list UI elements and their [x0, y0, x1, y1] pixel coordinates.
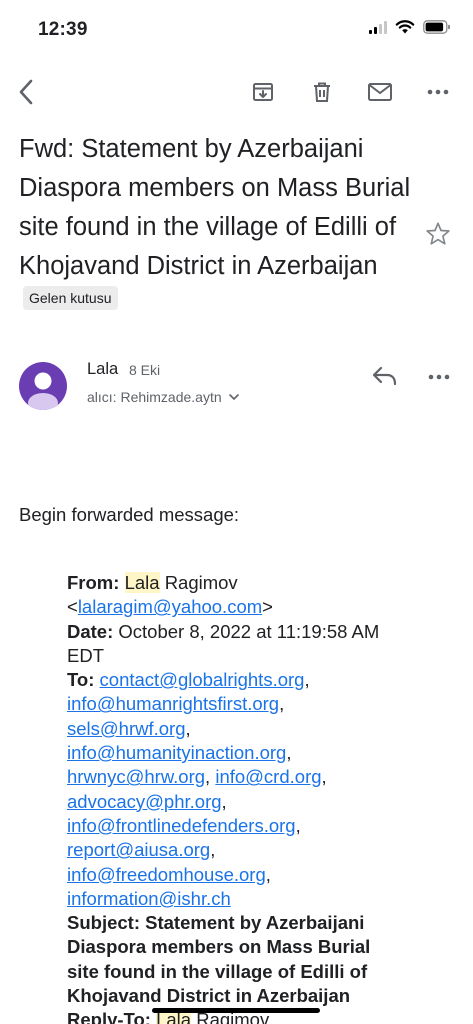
date-value: October 8, 2022 at 11:19:58 AM EDT — [67, 620, 380, 666]
to-email-link[interactable]: info@humanrightsfirst.org — [67, 693, 279, 714]
more-icon — [428, 374, 450, 380]
archive-icon — [253, 83, 273, 101]
subject-label: Subject: — [67, 912, 140, 934]
to-label: To: — [67, 669, 95, 691]
to-email-link[interactable]: info@humanityinaction.org — [67, 742, 286, 763]
to-line: To: contact@globalrights.org, info@human… — [67, 669, 327, 909]
from-email-link[interactable]: lalaragim@yahoo.com — [78, 596, 262, 617]
to-email-link[interactable]: info@frontlinedefenders.org — [67, 815, 296, 836]
home-indicator[interactable] — [152, 1008, 320, 1013]
star-button[interactable] — [424, 220, 452, 248]
sender-date: 8 Eki — [129, 362, 161, 378]
battery-icon — [423, 20, 450, 34]
back-button[interactable] — [8, 74, 44, 110]
to-email-link[interactable]: sels@hrwf.org — [67, 718, 186, 739]
recipient-text: alıcı: Rehimzade.aytn — [87, 389, 222, 405]
cellular-signal-icon — [369, 20, 387, 34]
forwarded-header: From: Lala Ragimov <lalaragim@yahoo.com>… — [67, 571, 407, 1024]
chevron-down-icon — [228, 394, 239, 401]
mail-icon — [368, 83, 392, 101]
to-email-link[interactable]: information@ishr.ch — [67, 888, 231, 909]
trash-icon — [314, 82, 330, 102]
from-name-last: Ragimov — [164, 572, 238, 593]
reply-to-label: Reply-To: — [67, 1009, 151, 1024]
reply-button[interactable] — [370, 362, 402, 392]
forwarded-intro: Begin forwarded message: — [19, 504, 240, 525]
date-line: Date: October 8, 2022 at 11:19:58 AM EDT — [67, 620, 407, 669]
back-icon — [19, 79, 33, 105]
inbox-label-chip[interactable]: Gelen kutusu — [23, 286, 118, 310]
recipient-details[interactable]: alıcı: Rehimzade.aytn — [87, 389, 240, 405]
more-icon — [427, 89, 449, 95]
message-more-button[interactable] — [424, 362, 454, 392]
sender-name[interactable]: Lala — [87, 360, 118, 379]
status-icons — [369, 20, 451, 34]
avatar[interactable] — [19, 362, 67, 410]
mark-unread-button[interactable] — [362, 74, 398, 110]
subject-line: Subject: Statement by Azerbaijani Diaspo… — [67, 911, 407, 1008]
to-email-link[interactable]: hrwnyc@hrw.org — [67, 766, 205, 787]
date-label: Date: — [67, 620, 114, 642]
to-email-link[interactable]: contact@globalrights.org — [100, 669, 305, 690]
to-email-link[interactable]: info@crd.org — [215, 766, 321, 787]
toolbar — [0, 62, 473, 122]
star-icon — [426, 222, 450, 245]
from-line: From: Lala Ragimov <lalaragim@yahoo.com> — [67, 572, 273, 618]
from-name-first: Lala — [124, 572, 160, 593]
status-time: 12:39 — [38, 19, 88, 40]
email-subject: Fwd: Statement by Azerbaijani Diaspora m… — [19, 135, 411, 280]
delete-button[interactable] — [304, 74, 340, 110]
to-email-link[interactable]: info@freedomhouse.org — [67, 864, 266, 885]
status-bar: 12:39 — [0, 0, 473, 62]
to-email-link[interactable]: advocacy@phr.org — [67, 791, 222, 812]
wifi-icon — [395, 20, 415, 34]
person-icon — [28, 372, 58, 410]
archive-button[interactable] — [245, 74, 281, 110]
reply-icon — [372, 366, 397, 386]
from-label: From: — [67, 572, 120, 593]
subject-block: Fwd: Statement by Azerbaijani Diaspora m… — [19, 130, 414, 312]
to-email-link[interactable]: report@aiusa.org — [67, 839, 210, 860]
more-options-button[interactable] — [420, 74, 456, 110]
